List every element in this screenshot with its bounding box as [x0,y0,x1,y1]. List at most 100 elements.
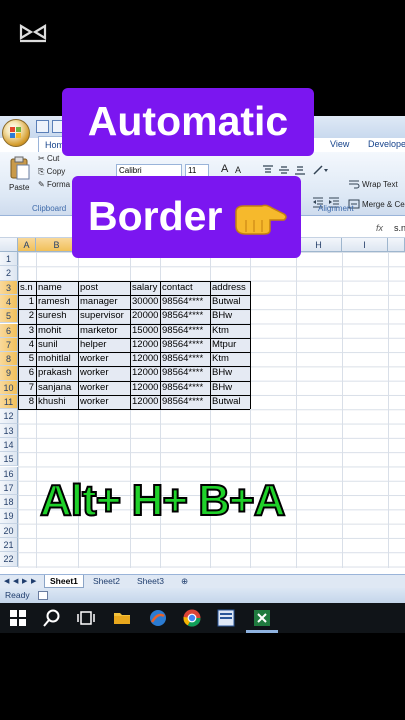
sheet-tab-sheet3[interactable]: Sheet3 [132,575,169,588]
table-header-cell[interactable]: name [36,281,78,295]
column-header-j[interactable] [388,238,405,252]
last-sheet-icon[interactable]: ▶ [31,577,36,585]
table-cell[interactable]: 98564**** [160,324,210,338]
table-header-cell[interactable]: s.n [18,281,36,295]
table-cell[interactable]: 98564**** [160,352,210,366]
row-header[interactable]: 14 [0,437,18,453]
row-header[interactable]: 19 [0,509,18,524]
table-cell[interactable]: 15000 [130,324,160,338]
row-header[interactable]: 5 [0,309,18,324]
column-header-i[interactable]: I [342,238,388,252]
word-app-icon[interactable] [216,608,236,628]
table-cell[interactable]: 98564**** [160,338,210,352]
row-header[interactable]: 8 [0,352,18,367]
table-cell[interactable]: sanjana [36,381,78,395]
row-header[interactable]: 3 [0,280,18,295]
table-cell[interactable]: BHw [210,309,250,323]
row-header[interactable]: 7 [0,337,18,353]
table-cell[interactable]: mohitlal [36,352,78,366]
table-cell[interactable]: Ktm [210,324,250,338]
table-cell[interactable]: supervisor [78,309,130,323]
table-cell[interactable]: 98564**** [160,295,210,309]
row-header[interactable]: 2 [0,266,18,281]
tab-developer[interactable]: Developer [368,136,405,152]
table-header-cell[interactable]: post [78,281,130,295]
table-cell[interactable]: 5 [18,352,36,366]
app-icon[interactable] [148,608,168,628]
table-cell[interactable]: prakash [36,366,78,380]
table-cell[interactable]: 1 [18,295,36,309]
paste-icon[interactable] [9,156,31,180]
row-header[interactable]: 22 [0,552,18,567]
row-header[interactable]: 1 [0,252,18,267]
table-cell[interactable]: worker [78,366,130,380]
table-cell[interactable]: 3 [18,324,36,338]
row-header[interactable]: 21 [0,538,18,553]
save-icon[interactable] [36,120,49,133]
row-header[interactable]: 12 [0,409,18,424]
office-button[interactable] [2,119,30,147]
row-header[interactable]: 11 [0,395,18,410]
table-cell[interactable]: ramesh [36,295,78,309]
wrap-text-button[interactable]: Wrap Text [362,180,398,189]
chrome-icon[interactable] [182,608,202,628]
table-cell[interactable]: 2 [18,309,36,323]
table-cell[interactable]: 8 [18,395,36,409]
copy-button[interactable]: ⎘ Copy [38,167,65,177]
row-header[interactable]: 4 [0,294,18,310]
column-header-a[interactable]: A [18,238,36,252]
file-explorer-icon[interactable] [112,608,132,628]
row-header[interactable]: 13 [0,423,18,438]
table-cell[interactable]: 12000 [130,395,160,409]
table-cell[interactable]: 98564**** [160,309,210,323]
table-cell[interactable]: worker [78,381,130,395]
align-middle-icon[interactable] [278,164,290,176]
row-header[interactable]: 20 [0,523,18,538]
row-header[interactable]: 16 [0,466,18,481]
table-cell[interactable]: 98564**** [160,395,210,409]
shrink-font-button[interactable]: A [235,165,241,175]
table-cell[interactable]: Mtpur [210,338,250,352]
table-cell[interactable]: manager [78,295,130,309]
table-cell[interactable]: 20000 [130,309,160,323]
table-cell[interactable]: 12000 [130,366,160,380]
row-header[interactable]: 17 [0,480,18,496]
align-bottom-icon[interactable] [294,164,306,176]
sheet-tab-sheet1[interactable]: Sheet1 [44,575,84,588]
table-cell[interactable]: BHw [210,366,250,380]
tab-view[interactable]: View [330,136,349,152]
grow-font-button[interactable]: A [221,163,228,175]
table-cell[interactable]: 4 [18,338,36,352]
merge-center-button[interactable]: Merge & Ce [362,200,405,209]
table-cell[interactable]: 30000 [130,295,160,309]
windows-start-icon[interactable] [8,608,28,628]
table-cell[interactable]: 12000 [130,381,160,395]
formula-input[interactable]: s.n [394,223,405,233]
search-icon[interactable] [42,608,62,628]
table-cell[interactable]: marketor [78,324,130,338]
align-top-icon[interactable] [262,164,274,176]
table-header-cell[interactable]: address [210,281,250,295]
next-sheet-icon[interactable]: ▶ [22,577,27,585]
row-header[interactable]: 10 [0,380,18,395]
table-cell[interactable]: mohit [36,324,78,338]
cut-button[interactable]: ✂ Cut [38,154,59,163]
table-cell[interactable]: 7 [18,381,36,395]
first-sheet-icon[interactable]: ◀ [4,577,9,585]
row-header[interactable]: 9 [0,366,18,381]
table-cell[interactable]: worker [78,395,130,409]
table-cell[interactable]: 98564**** [160,366,210,380]
prev-sheet-icon[interactable]: ◀ [13,577,18,585]
table-cell[interactable]: Butwal [210,395,250,409]
table-cell[interactable]: 12000 [130,338,160,352]
task-view-icon[interactable] [76,608,96,628]
table-cell[interactable]: suresh [36,309,78,323]
select-all-corner[interactable] [0,238,18,252]
macro-record-icon[interactable] [38,591,48,600]
row-header[interactable]: 15 [0,452,18,467]
table-cell[interactable]: worker [78,352,130,366]
table-header-cell[interactable]: salary [130,281,160,295]
sheet-tab-sheet2[interactable]: Sheet2 [88,575,125,588]
table-cell[interactable]: 6 [18,366,36,380]
table-header-cell[interactable]: contact [160,281,210,295]
